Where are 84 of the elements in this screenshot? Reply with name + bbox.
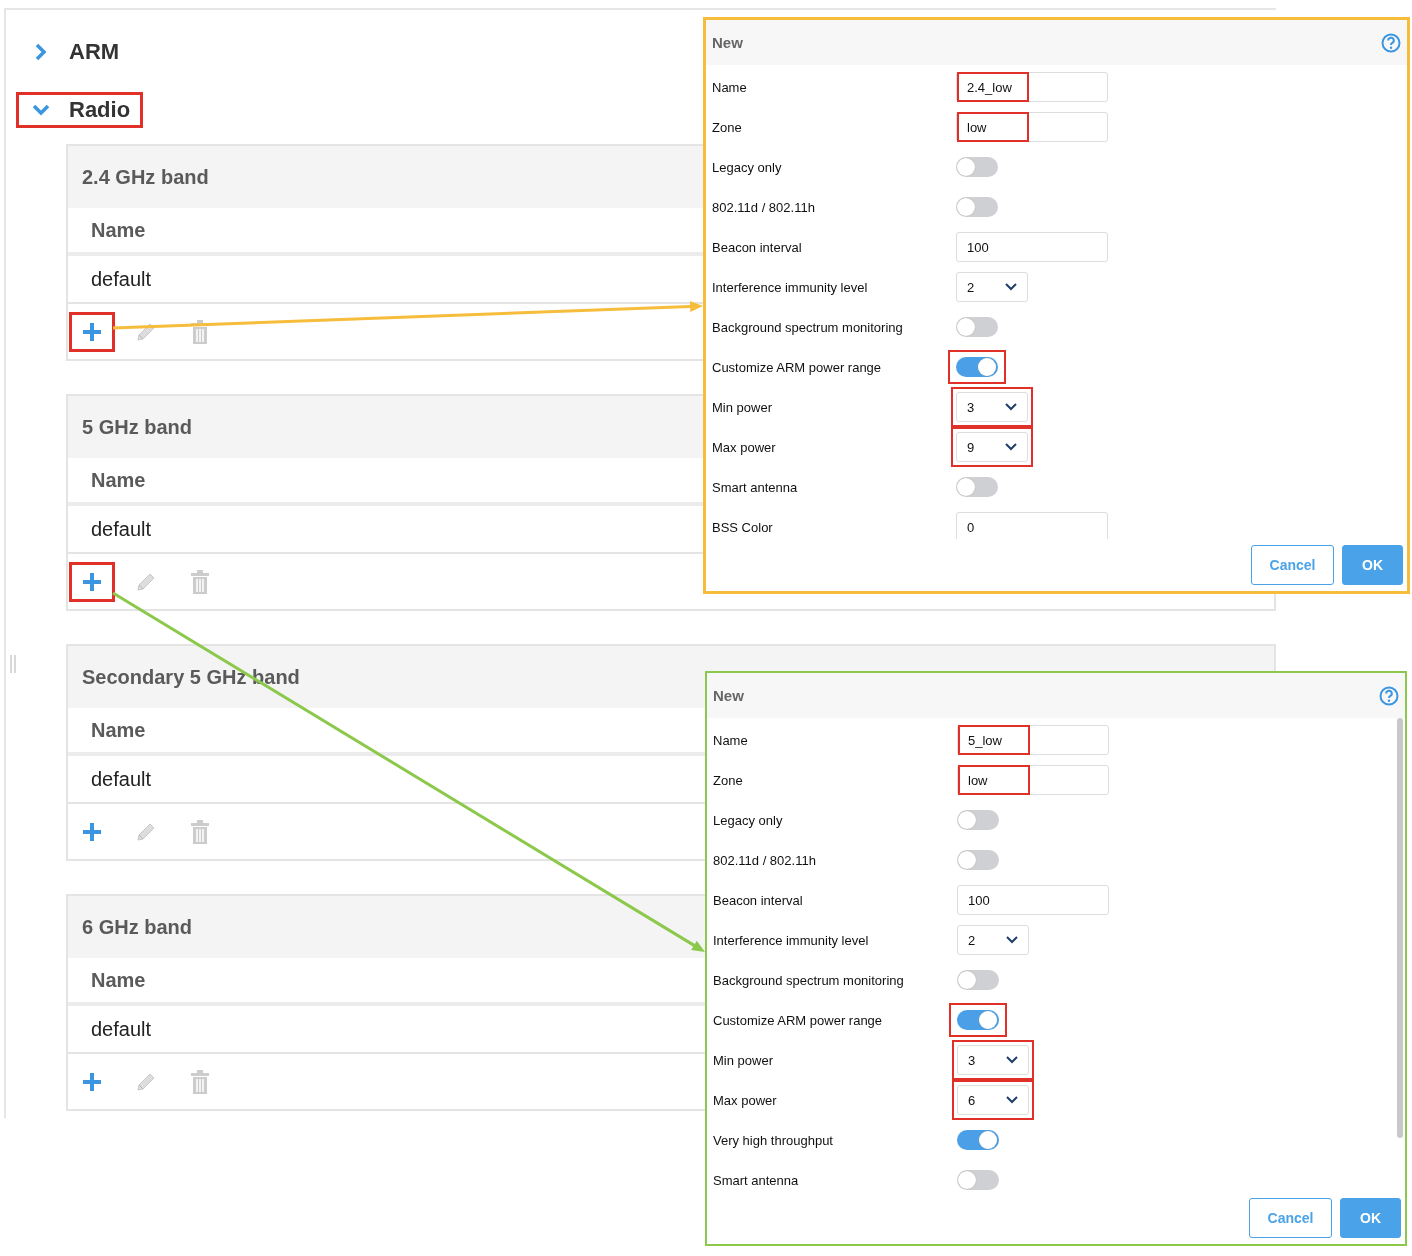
column-header: Name xyxy=(91,968,146,992)
field-label: 802.11d / 802.11h xyxy=(712,199,816,215)
field-label: Max power xyxy=(712,439,777,455)
column-header: Name xyxy=(91,468,146,492)
field-label: Interference immunity level xyxy=(713,932,870,948)
input-field[interactable]: low xyxy=(956,112,1108,142)
table-cell: default xyxy=(91,517,152,541)
plus-icon xyxy=(81,1070,103,1093)
select-field[interactable]: 9 xyxy=(956,432,1028,462)
field-label: Legacy only xyxy=(712,159,783,175)
trash-icon xyxy=(190,1069,210,1094)
caret-icon xyxy=(1006,1056,1018,1064)
field-label: Zone xyxy=(713,772,744,788)
input-field[interactable]: 100 xyxy=(956,232,1108,262)
plus-icon xyxy=(81,820,103,843)
select-field[interactable]: 3 xyxy=(957,1045,1029,1075)
scrollbar[interactable] xyxy=(1397,718,1403,1138)
dialog-title: New xyxy=(713,687,744,704)
tree-item[interactable]: Radio xyxy=(16,92,144,128)
card-title: 5 GHz band xyxy=(82,415,192,439)
field-label: Name xyxy=(713,732,749,748)
dialog-title: New xyxy=(712,34,743,51)
column-header: Name xyxy=(91,218,146,242)
field-label: Legacy only xyxy=(713,812,784,828)
field-label: Min power xyxy=(712,399,773,415)
field-label: Beacon interval xyxy=(713,892,804,908)
plus-icon xyxy=(81,320,103,343)
field-label: Name xyxy=(712,79,748,95)
caret-icon xyxy=(1006,936,1018,944)
field-label: Max power xyxy=(713,1092,778,1108)
help-icon[interactable] xyxy=(1379,685,1399,706)
card-title: 6 GHz band xyxy=(82,915,192,939)
trash-icon xyxy=(190,819,210,844)
input-field[interactable]: 100 xyxy=(957,885,1109,915)
caret-icon xyxy=(1005,443,1017,451)
select-field[interactable]: 6 xyxy=(957,1085,1029,1115)
caret-icon xyxy=(1005,403,1017,411)
toggle-switch[interactable] xyxy=(956,157,998,177)
field-label: Customize ARM power range xyxy=(713,1012,884,1028)
plus-icon xyxy=(81,570,103,593)
trash-icon xyxy=(190,569,210,594)
input-field[interactable]: 5_low xyxy=(957,725,1109,755)
caret-icon xyxy=(1006,1096,1018,1104)
input-field[interactable]: 2.4_low xyxy=(956,72,1108,102)
toggle-switch[interactable] xyxy=(956,477,998,497)
toggle-switch[interactable] xyxy=(957,1170,999,1190)
field-label: Smart antenna xyxy=(713,1172,800,1188)
toggle-switch[interactable] xyxy=(957,850,999,870)
field-label: 802.11d / 802.11h xyxy=(713,852,817,868)
help-icon[interactable] xyxy=(1381,32,1401,53)
field-label: Very high throughput xyxy=(713,1132,834,1148)
select-field[interactable]: 2 xyxy=(957,925,1029,955)
toggle-switch[interactable] xyxy=(957,1130,999,1150)
tree-item[interactable]: ARM xyxy=(16,34,133,70)
select-field[interactable]: 2 xyxy=(956,272,1028,302)
field-label: Beacon interval xyxy=(712,239,803,255)
card-title: 2.4 GHz band xyxy=(82,165,209,189)
toggle-switch[interactable] xyxy=(956,197,998,217)
add-button[interactable] xyxy=(69,311,115,352)
field-label: Interference immunity level xyxy=(712,279,869,295)
field-label: Zone xyxy=(712,119,743,135)
field-label: Customize ARM power range xyxy=(712,359,883,375)
field-label: Min power xyxy=(713,1052,774,1068)
table-cell: default xyxy=(91,267,152,291)
input-field[interactable]: low xyxy=(957,765,1109,795)
toggle-switch[interactable] xyxy=(956,317,998,337)
resize-handle-icon[interactable] xyxy=(9,655,17,673)
toggle-switch[interactable] xyxy=(957,1010,999,1030)
caret-icon xyxy=(1005,283,1017,291)
card-title: Secondary 5 GHz band xyxy=(82,665,300,689)
field-label: Smart antenna xyxy=(712,479,799,495)
toggle-switch[interactable] xyxy=(957,810,999,830)
toggle-switch[interactable] xyxy=(956,357,998,377)
field-label: Background spectrum monitoring xyxy=(713,972,905,988)
column-header: Name xyxy=(91,718,146,742)
table-cell: default xyxy=(91,767,152,791)
toggle-switch[interactable] xyxy=(957,970,999,990)
field-label: Background spectrum monitoring xyxy=(712,319,904,335)
field-label: BSS Color xyxy=(712,519,774,535)
trash-icon xyxy=(190,319,210,344)
input-field[interactable]: 0 xyxy=(956,512,1108,539)
table-cell: default xyxy=(91,1017,152,1041)
add-button[interactable] xyxy=(69,561,115,602)
select-field[interactable]: 3 xyxy=(956,392,1028,422)
